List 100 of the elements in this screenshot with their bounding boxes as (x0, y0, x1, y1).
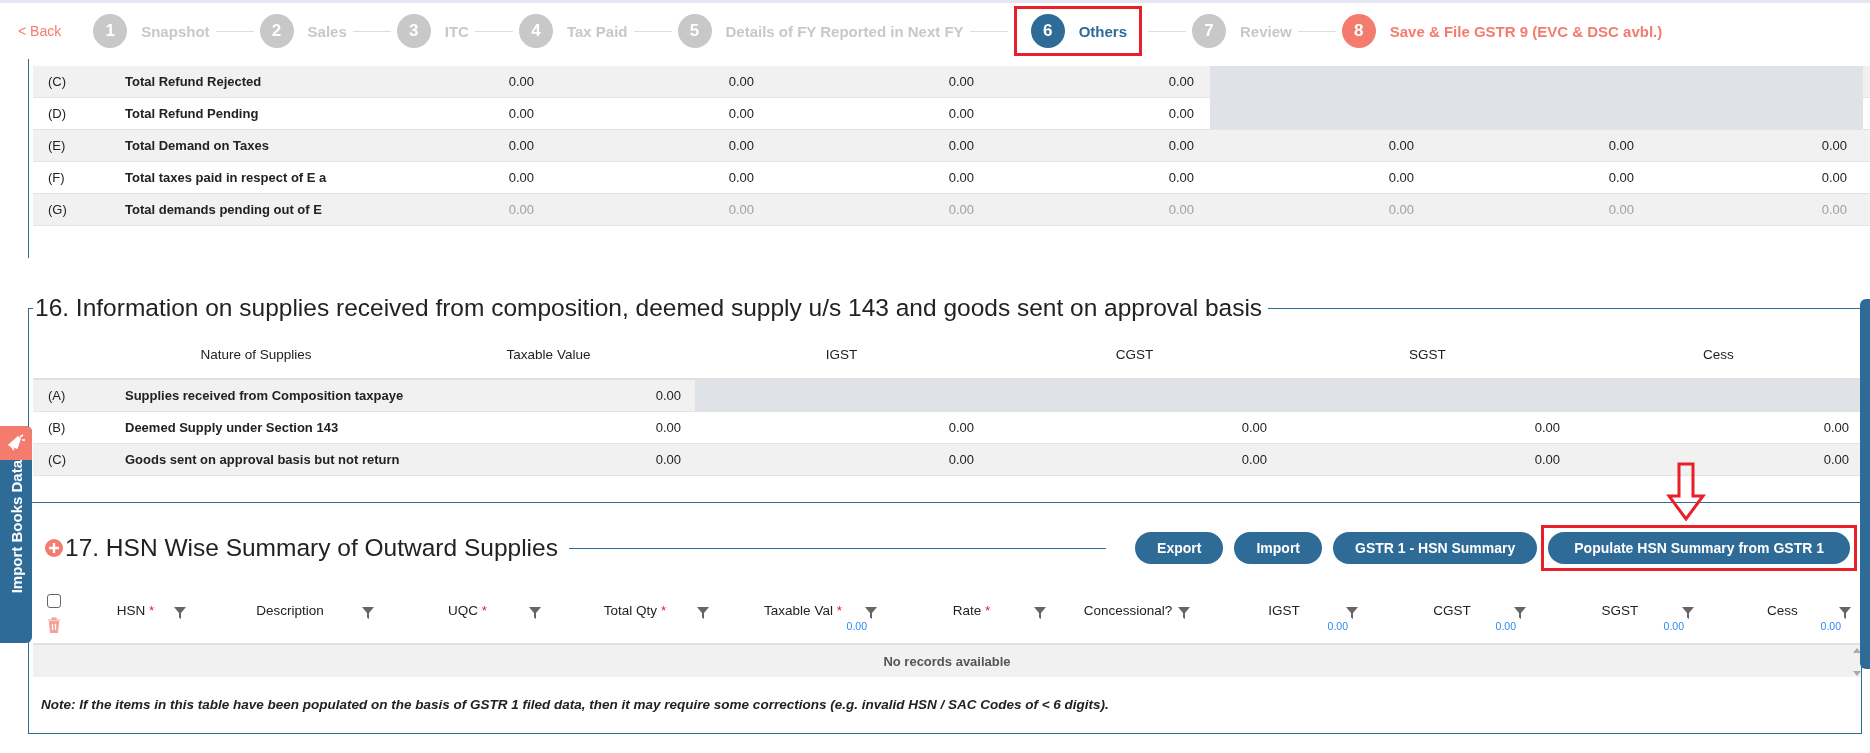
table-cell-text: 0.00 (727, 74, 755, 89)
column-header: IGST (824, 346, 859, 362)
action-button[interactable]: Import (1234, 532, 1322, 564)
filter-icon (697, 606, 709, 619)
table-cell-text: 0.00 (1607, 138, 1635, 153)
table-cell-text: 0.00 (947, 74, 975, 89)
megaphone-icon (0, 426, 32, 460)
table-cell-text: 0.00 (507, 202, 535, 217)
column-header: CGST (1114, 346, 1155, 362)
table-cell-text: 0.00 (507, 106, 535, 121)
side-tab[interactable]: Import Books Data (0, 426, 32, 643)
table-cell-text: 0.00 (1167, 106, 1195, 121)
back-link[interactable]: < Back (18, 23, 62, 39)
table-cell-text: 0.00 (947, 420, 975, 435)
trash-icon (47, 616, 61, 633)
column-header: Taxable Val * (764, 602, 842, 618)
table-cell-text: 0.00 (654, 420, 682, 435)
table-cell-text: 0.00 (507, 138, 535, 153)
filter-icon (1178, 606, 1190, 619)
row-description: Deemed Supply under Section 143 (124, 420, 340, 435)
row-description: Total Refund Pending (124, 106, 260, 121)
column-total: 0.00 (1327, 619, 1348, 632)
column-header: Description (256, 602, 324, 618)
column-header: SGST (1408, 346, 1447, 362)
row-code: (B) (47, 420, 67, 435)
row-code: (G) (47, 202, 68, 217)
action-button[interactable]: GSTR 1 - HSN Summary (1333, 532, 1538, 564)
table-cell-text: 0.00 (1822, 452, 1850, 467)
scroll-arrows-icon (1853, 647, 1861, 677)
table-cell-text: 0.00 (1607, 170, 1635, 185)
row-description: Total Refund Rejected (124, 74, 263, 89)
table-cell-text: 0.00 (947, 138, 975, 153)
table-cell-text: 0.00 (1387, 202, 1415, 217)
column-header: Taxable Value (505, 346, 592, 362)
table-cell-text: 0.00 (947, 170, 975, 185)
table-cell-text: 0.00 (1387, 138, 1415, 153)
column-header: Nature of Supplies (199, 346, 313, 362)
table-cell-text: 0.00 (1820, 202, 1848, 217)
filter-icon (865, 606, 877, 619)
table-cell-text: 0.00 (727, 138, 755, 153)
column-total: 0.00 (1495, 619, 1516, 632)
table-cell-text: 0.00 (1820, 138, 1848, 153)
add-icon (45, 539, 63, 557)
table-cell-text: 0.00 (1167, 138, 1195, 153)
row-description: Total taxes paid in respect of E a (124, 170, 328, 185)
empty-message: No records available (883, 653, 1011, 669)
column-header: Total Qty * (603, 602, 667, 618)
column-header: HSN * (116, 602, 155, 618)
filter-icon (174, 606, 186, 619)
table-cell-text: 0.00 (727, 106, 755, 121)
column-header: CGST (1433, 602, 1471, 618)
table-cell-text: 0.00 (727, 202, 755, 217)
column-total: 0.00 (1820, 619, 1841, 632)
row-code: (A) (47, 388, 67, 403)
table-cell-text: 0.00 (1387, 170, 1415, 185)
filter-icon (1346, 606, 1358, 619)
filter-icon (1682, 606, 1694, 619)
table-cell-text: 0.00 (1167, 170, 1195, 185)
select-all-checkbox[interactable] (47, 593, 61, 608)
table-cell-text: 0.00 (1167, 74, 1195, 89)
step-tab[interactable]: 8 Save & File GSTR 9 (EVC & DSC avbl.) (1341, 14, 1663, 48)
table-cell-text: 0.00 (1533, 420, 1561, 435)
table-cell-text: 0.00 (1167, 202, 1195, 217)
column-header: Concessional? (1083, 602, 1173, 618)
table-cell-text: 0.00 (507, 170, 535, 185)
table-cell-text: 0.00 (947, 202, 975, 217)
step-tab[interactable]: 6 Others (1030, 14, 1127, 48)
table-cell-text: 0.00 (1533, 452, 1561, 467)
table-cell-text: 0.00 (947, 452, 975, 467)
row-code: (F) (47, 170, 66, 185)
column-header: SGST (1601, 602, 1639, 618)
action-button[interactable]: Export (1135, 532, 1224, 564)
note-text: Note: If the items in this table have been populated on the basis of GSTR 1 filed data, then it may require some corrections (e.g. invalid HSN / SAC Codes of < 6 digits). (40, 696, 1110, 712)
action-button[interactable]: Populate HSN Summary from GSTR 1 (1548, 532, 1850, 564)
column-header: IGST (1268, 602, 1300, 618)
section-title: 17. HSN Wise Summary of Outward Supplies (65, 534, 559, 562)
filter-icon (362, 606, 374, 619)
table-cell-text: 0.00 (947, 106, 975, 121)
row-description: Total demands pending out of E (124, 202, 323, 217)
column-header: Cess (1702, 346, 1735, 362)
section-title: 16. Information on supplies received from composition, deemed supply u/s 143 and goods sent on approval basis (34, 294, 1264, 322)
column-total: 0.00 (846, 619, 867, 632)
column-header: Cess (1767, 602, 1798, 618)
table-cell-text: 0.00 (1607, 202, 1635, 217)
table-cell-text: 0.00 (727, 170, 755, 185)
column-header: UQC * (448, 602, 487, 618)
table-cell-text: 0.00 (1240, 452, 1268, 467)
row-code: (C) (47, 452, 68, 467)
row-description: Supplies received from Composition taxpaye (124, 388, 402, 403)
column-total: 0.00 (1663, 619, 1684, 632)
row-code: (E) (47, 138, 67, 153)
filter-icon (529, 606, 541, 619)
row-description: Goods sent on approval basis but not return (124, 452, 401, 467)
column-header: Rate * (952, 602, 991, 618)
table-cell-text: 0.00 (654, 452, 682, 467)
filter-icon (1034, 606, 1046, 619)
row-code: (D) (47, 106, 68, 121)
table-cell-text: 0.00 (1240, 420, 1268, 435)
table-cell-text: 0.00 (654, 388, 682, 403)
row-description: Total Demand on Taxes (124, 138, 270, 153)
